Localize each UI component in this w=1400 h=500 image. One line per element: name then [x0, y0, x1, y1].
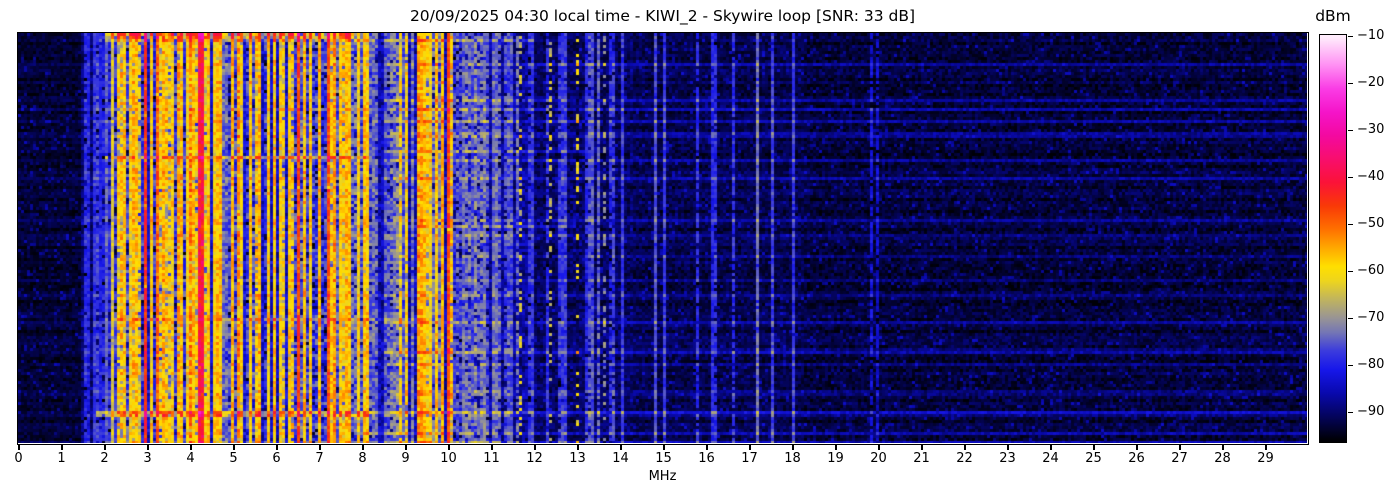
x-tick-mark — [361, 444, 364, 450]
colorbar — [1319, 34, 1347, 443]
x-tick-label: 18 — [784, 451, 801, 466]
x-tick-mark — [490, 444, 493, 450]
x-tick-label: 25 — [1085, 451, 1102, 466]
x-tick-label: 29 — [1257, 451, 1274, 466]
colorbar-tick-label: −70 — [1357, 310, 1385, 326]
x-tick-label: 22 — [956, 451, 973, 466]
x-tick-label: 27 — [1171, 451, 1188, 466]
colorbar-tick-label: −60 — [1357, 263, 1385, 279]
colorbar-tick-label: −10 — [1357, 28, 1385, 44]
x-tick-label: 7 — [315, 451, 324, 466]
figure-title: 20/09/2025 04:30 local time - KIWI_2 - S… — [409, 7, 916, 25]
x-tick-mark — [1264, 444, 1267, 450]
x-tick-label: 6 — [272, 451, 281, 466]
x-tick-label: 24 — [1042, 451, 1059, 466]
x-tick-label: 15 — [655, 451, 672, 466]
x-tick-mark — [1006, 444, 1009, 450]
x-tick-label: 0 — [14, 451, 23, 466]
x-tick-label: 28 — [1214, 451, 1231, 466]
x-tick-label: 23 — [999, 451, 1016, 466]
colorbar-tick-label: −90 — [1357, 404, 1385, 420]
colorbar-tick-mark — [1348, 223, 1353, 226]
x-tick-label: 26 — [1128, 451, 1145, 466]
x-tick-mark — [146, 444, 149, 450]
x-tick-label: 16 — [698, 451, 715, 466]
colorbar-unit-label: dBm — [1315, 7, 1351, 25]
x-tick-label: 17 — [741, 451, 758, 466]
x-tick-label: 14 — [612, 451, 629, 466]
x-tick-label: 8 — [358, 451, 367, 466]
x-tick-label: 10 — [440, 451, 457, 466]
x-tick-mark — [17, 444, 20, 450]
x-tick-label: 19 — [827, 451, 844, 466]
colorbar-tick-label: −80 — [1357, 357, 1385, 373]
x-tick-mark — [1092, 444, 1095, 450]
colorbar-tick-label: −50 — [1357, 216, 1385, 232]
x-tick-label: 5 — [229, 451, 238, 466]
colorbar-tick-mark — [1348, 82, 1353, 85]
waterfall-figure: 20/09/2025 04:30 local time - KIWI_2 - S… — [0, 0, 1400, 500]
colorbar-tick-mark — [1348, 364, 1353, 367]
colorbar-tick-mark — [1348, 270, 1353, 273]
x-tick-label: 11 — [483, 451, 500, 466]
x-tick-mark — [748, 444, 751, 450]
x-tick-mark — [404, 444, 407, 450]
x-tick-label: 12 — [526, 451, 543, 466]
x-tick-label: 13 — [569, 451, 586, 466]
x-tick-label: 4 — [186, 451, 195, 466]
x-tick-mark — [60, 444, 63, 450]
x-tick-mark — [877, 444, 880, 450]
x-tick-label: 2 — [100, 451, 109, 466]
x-tick-mark — [103, 444, 106, 450]
x-tick-label: 20 — [870, 451, 887, 466]
x-tick-label: 1 — [57, 451, 66, 466]
colorbar-tick-mark — [1348, 129, 1353, 132]
x-tick-mark — [1049, 444, 1052, 450]
x-tick-mark — [963, 444, 966, 450]
x-tick-mark — [1135, 444, 1138, 450]
x-tick-label: 21 — [913, 451, 930, 466]
x-tick-label: 9 — [401, 451, 410, 466]
colorbar-tick-label: −30 — [1357, 122, 1385, 138]
x-axis-label: MHz — [648, 469, 677, 484]
x-tick-mark — [791, 444, 794, 450]
x-tick-mark — [920, 444, 923, 450]
x-tick-mark — [447, 444, 450, 450]
spectrogram-waterfall — [18, 33, 1307, 443]
x-tick-mark — [834, 444, 837, 450]
x-tick-label: 3 — [143, 451, 152, 466]
x-tick-mark — [533, 444, 536, 450]
x-tick-mark — [705, 444, 708, 450]
x-tick-mark — [1178, 444, 1181, 450]
x-tick-mark — [275, 444, 278, 450]
colorbar-tick-mark — [1348, 411, 1353, 414]
colorbar-tick-label: −40 — [1357, 169, 1385, 185]
x-tick-mark — [232, 444, 235, 450]
x-tick-mark — [662, 444, 665, 450]
x-tick-mark — [619, 444, 622, 450]
colorbar-tick-mark — [1348, 35, 1353, 38]
colorbar-tick-mark — [1348, 176, 1353, 179]
x-tick-mark — [1221, 444, 1224, 450]
colorbar-tick-mark — [1348, 317, 1353, 320]
x-tick-mark — [318, 444, 321, 450]
x-tick-mark — [576, 444, 579, 450]
x-tick-mark — [189, 444, 192, 450]
colorbar-tick-label: −20 — [1357, 75, 1385, 91]
